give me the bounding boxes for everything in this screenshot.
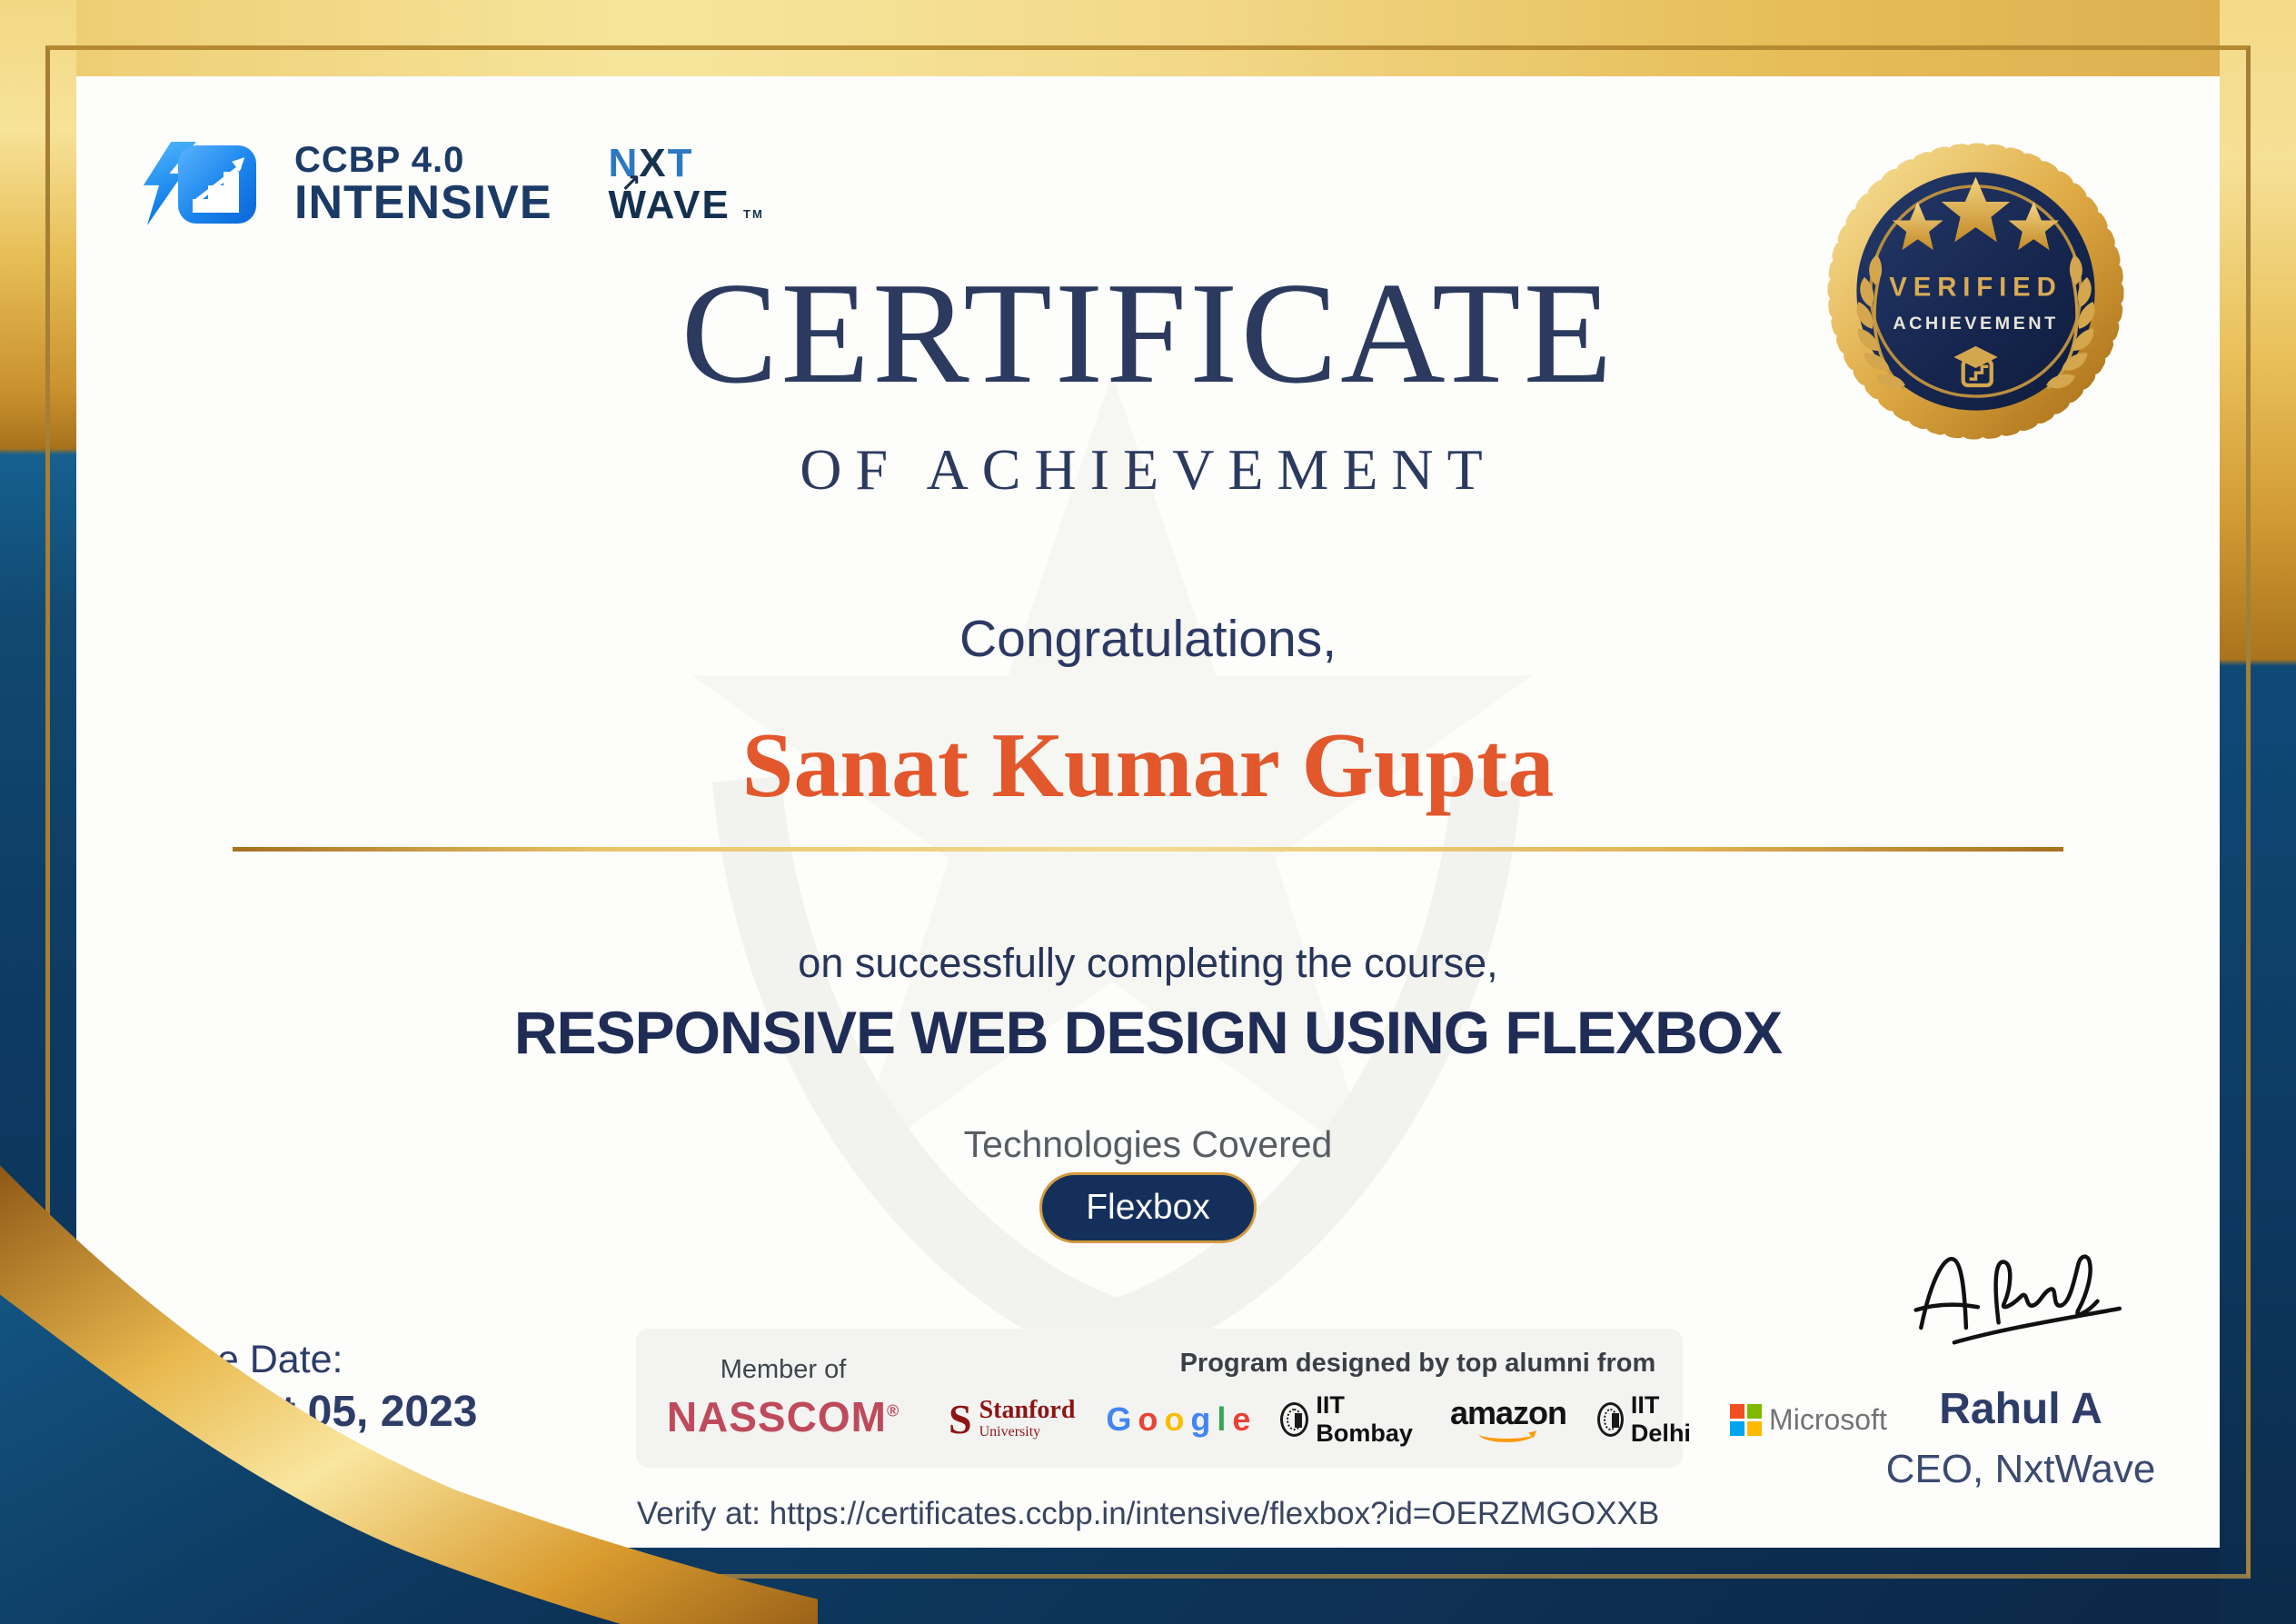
course-name: RESPONSIVE WEB DESIGN USING FLEXBOX — [513, 999, 1783, 1066]
certificate-subtitle: OF ACHIEVEMENT — [800, 437, 1496, 502]
brand-row: CCBP 4.0 INTENSIVE NXT ↗ WAVE TM — [136, 140, 764, 227]
stanford-logo: S Stanford University — [949, 1398, 1075, 1440]
stanford-university-word: University — [979, 1424, 1041, 1440]
iit-bombay-emblem-icon — [1280, 1402, 1309, 1437]
gold-divider-line — [233, 847, 2063, 852]
issue-date-label: Issue Date: — [145, 1338, 343, 1381]
stanford-s-icon: S — [949, 1396, 972, 1443]
ccbp-program-label: INTENSIVE — [294, 176, 552, 229]
issue-date-value: August 05, 2023 — [145, 1388, 478, 1436]
registered-mark: ® — [886, 1401, 900, 1420]
signature-handwriting — [1913, 1254, 2122, 1345]
certificate-page: CCBP 4.0 INTENSIVE NXT ↗ WAVE TM CERTIFIC… — [0, 0, 2296, 1624]
frame-left — [0, 0, 76, 1624]
signature-block: Rahul A CEO, NxtWave — [1839, 1245, 2202, 1492]
frame-top-gold — [0, 0, 2296, 76]
technologies-label: Technologies Covered — [963, 1123, 1333, 1165]
partners-bar: Member of NASSCOM® Program designed by t… — [636, 1329, 1887, 1468]
verify-url-text: Verify at: https://certificates.ccbp.in/… — [636, 1496, 1660, 1531]
nasscom-logo: NASSCOM® — [666, 1393, 900, 1440]
amazon-smile-icon — [1479, 1426, 1537, 1443]
microsoft-squares-icon — [1730, 1403, 1763, 1436]
technology-pill-flexbox: Flexbox — [1039, 1172, 1257, 1243]
greeting-text: Congratulations, — [959, 610, 1337, 668]
nxtwave-logo: NXT ↗ WAVE TM — [609, 140, 764, 227]
member-of-label: Member of — [720, 1355, 847, 1384]
program-designed-label: Program designed by top alumni from — [1179, 1349, 1656, 1378]
stairs-growth-icon — [178, 145, 256, 224]
nxt-letter-x: X — [639, 141, 668, 185]
google-logo: Google — [1106, 1400, 1250, 1438]
ccbp-version-label: CCBP 4.0 — [294, 140, 465, 180]
wave-arrow-icon: ↗ — [621, 168, 643, 195]
frame-right — [2220, 0, 2296, 1624]
trademark-mark: TM — [743, 207, 764, 221]
signatory-role: CEO, NxtWave — [1885, 1447, 2156, 1491]
nxt-letter-t: T — [667, 141, 694, 185]
stanford-word: Stanford — [979, 1396, 1076, 1425]
alumni-logos-row: S Stanford University Google IIT Bombay — [949, 1391, 1887, 1448]
amazon-logo: amazon — [1450, 1396, 1567, 1443]
ccbp-logo: CCBP 4.0 INTENSIVE — [136, 140, 552, 227]
iit-delhi-emblem-icon — [1597, 1402, 1624, 1437]
signatory-name: Rahul A — [1939, 1385, 2102, 1433]
ccbp-intensive-icon — [136, 140, 282, 227]
iit-delhi-logo: IIT Delhi — [1597, 1391, 1699, 1448]
iit-bombay-logo: IIT Bombay — [1280, 1391, 1419, 1448]
certificate-body: CCBP 4.0 INTENSIVE NXT ↗ WAVE TM CERTIFIC… — [76, 76, 2220, 1548]
certificate-title: CERTIFICATE — [681, 252, 1615, 413]
recipient-name: Sanat Kumar Gupta — [741, 714, 1555, 817]
completion-line: on successfully completing the course, — [798, 940, 1498, 986]
